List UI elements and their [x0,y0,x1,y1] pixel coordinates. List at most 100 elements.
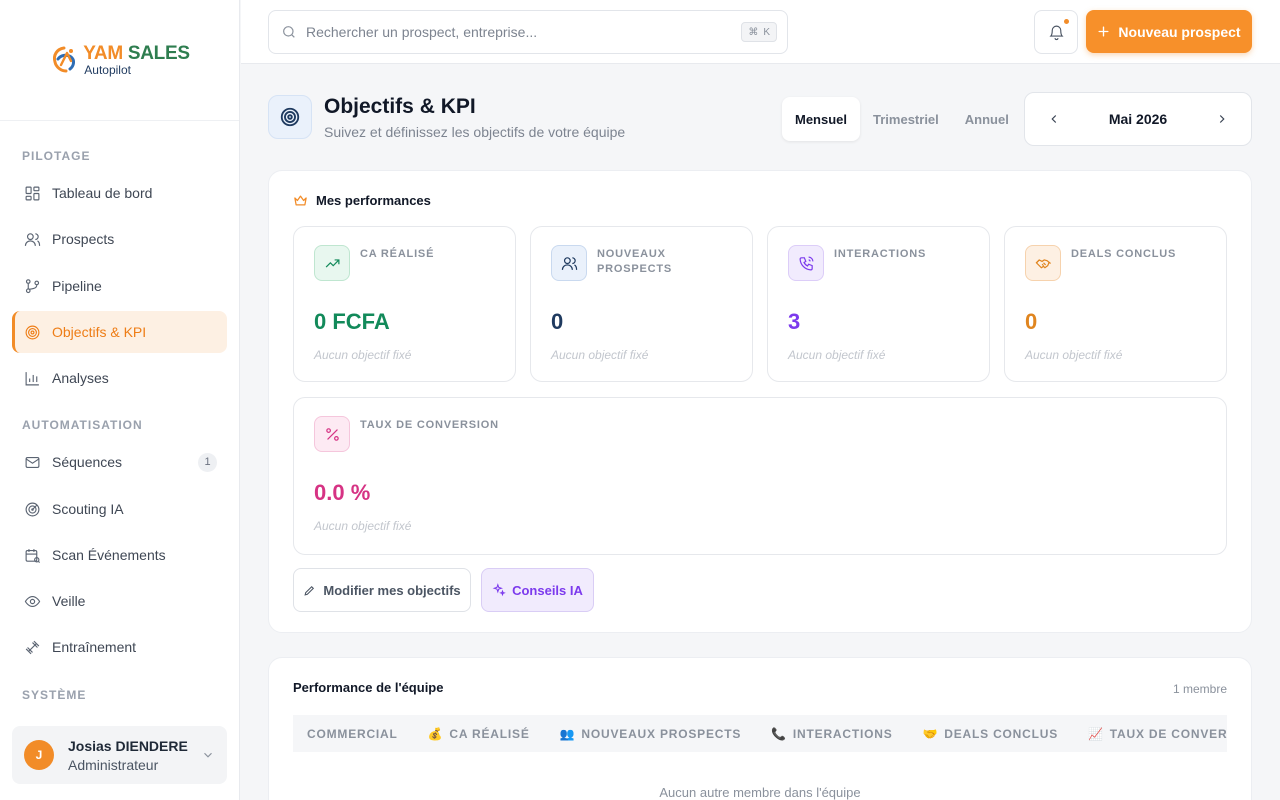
kpi-label: INTERACTIONS [834,248,927,260]
kpi-value: 0.0 % [314,480,371,505]
kpi-interactions: INTERACTIONS 3 Aucun objectif fixé [767,226,990,382]
team-performance-card: Performance de l'équipe 1 membre COMMERC… [268,657,1252,800]
col-taux-conversion[interactable]: 📈 TAUX DE CONVERSION [1074,727,1227,741]
edit-objectives-label: Modifier mes objectifs [323,582,461,598]
sparkles-icon [492,583,506,597]
sidebar-item-label: Prospects [52,231,115,247]
sidebar-item-objectifs-kpi[interactable]: Objectifs & KPI [12,311,227,353]
search-shortcut: ⌘ K [741,22,777,42]
chevron-left-icon[interactable] [1047,112,1061,126]
col-ca-realise[interactable]: 💰 CA RÉALISÉ [414,727,546,741]
mail-icon [25,456,40,468]
money-bag-emoji-icon: 💰 [427,726,444,741]
col-label: CA RÉALISÉ [449,726,530,741]
search-input[interactable]: Rechercher un prospect, entreprise... ⌘ K [268,10,788,54]
col-commercial[interactable]: COMMERCIAL [293,727,414,741]
tab-mensuel[interactable]: Mensuel [782,97,861,141]
calendar-scan-icon [25,548,40,563]
phone-emoji-icon: 📞 [771,726,787,741]
page-target-icon [268,95,312,139]
handshake-emoji-icon: 🤝 [922,726,939,741]
command-key-symbol: ⌘ [748,26,759,38]
chevron-down-icon [204,752,212,758]
col-label: NOUVEAUX PROSPECTS [581,726,742,741]
chevron-right-icon[interactable] [1215,112,1229,126]
col-interactions[interactable]: 📞 INTERACTIONS [757,727,908,741]
sequences-count-badge: 1 [198,452,217,472]
nav-section-pilotage: PILOTAGE [22,149,91,163]
performance-title-text: Mes performances [316,193,431,208]
chart-emoji-icon: 📈 [1088,726,1104,741]
brand-mark-icon [53,46,76,73]
sidebar-item-entrainement[interactable]: Entraînement [12,626,227,668]
users-icon [24,232,41,246]
search-placeholder: Rechercher un prospect, entreprise... [306,24,538,40]
sidebar-item-label: Analyses [52,370,109,386]
brand-logo[interactable]: YAM SALES Autopilot [49,43,190,77]
logo-area: YAM SALES Autopilot [0,0,239,121]
tab-trimestriel[interactable]: Trimestriel [860,97,952,141]
col-label: TAUX DE CONVERSION [1109,726,1227,741]
kpi-ca-realise: CA RÉALISÉ 0 FCFA Aucun objectif fixé [293,226,516,382]
kpi-value: 0 [551,309,564,334]
sidebar-item-label: Séquences [52,454,123,470]
tab-annuel[interactable]: Annuel [952,97,1022,141]
sidebar-item-label: Veille [52,593,86,609]
sidebar-item-scouting-ia[interactable]: Scouting IA [12,488,227,530]
month-navigator: Mai 2026 [1024,92,1252,146]
sidebar-item-label: Pipeline [52,278,102,294]
team-table-header: COMMERCIAL 💰 CA RÉALISÉ 👥 NOUVEAUX PROSPEC… [293,715,1227,752]
user-role: Administrateur [68,756,159,773]
sidebar-item-label: Tableau de bord [52,185,153,201]
ai-advice-button[interactable]: Conseils IA [481,568,594,612]
sidebar-item-pipeline[interactable]: Pipeline [12,265,227,307]
target-icon [25,325,40,339]
pencil-icon [304,585,315,596]
sidebar-item-label: Scouting IA [52,501,124,517]
current-month: Mai 2026 [1108,111,1168,127]
users-icon [551,245,587,281]
period-tabs: Mensuel Trimestriel Annuel [777,95,1022,143]
sidebar-item-veille[interactable]: Veille [12,580,227,622]
kpi-note: Aucun objectif fixé [551,348,649,362]
kpi-deals-conclus: DEALS CONCLUS 0 Aucun objectif fixé [1004,226,1227,382]
sidebar-item-dashboard[interactable]: Tableau de bord [12,172,227,214]
sidebar-item-label: Entraînement [52,639,137,655]
page-title: Objectifs & KPI [324,95,476,118]
handshake-icon [1025,245,1061,281]
kpi-note: Aucun objectif fixé [788,348,886,362]
kpi-label: DEALS CONCLUS [1071,248,1177,260]
plus-icon [1098,26,1109,37]
col-nouveaux-prospects[interactable]: 👥 NOUVEAUX PROSPECTS [546,727,758,741]
sidebar-item-label: Scan Événements [52,547,166,563]
kpi-taux-conversion: TAUX DE CONVERSION 0.0 % Aucun objectif … [293,397,1227,555]
edit-objectives-button[interactable]: Modifier mes objectifs [293,568,471,612]
dumbbell-icon [25,640,40,654]
shortcut-key: K [763,26,770,38]
team-member-count: 1 membre [1172,682,1227,696]
notifications-button[interactable] [1034,10,1078,54]
sidebar-item-scan-evenements[interactable]: Scan Événements [12,534,227,576]
new-prospect-button[interactable]: Nouveau prospect [1086,10,1252,53]
bell-icon [1048,25,1064,40]
kpi-note: Aucun objectif fixé [1025,348,1123,362]
kpi-note: Aucun objectif fixé [314,519,412,533]
sidebar-item-prospects[interactable]: Prospects [12,218,227,260]
col-deals-conclus[interactable]: 🤝 DEALS CONCLUS [909,727,1075,741]
brand-name-part2: SALES [127,43,190,64]
dashboard-icon [25,186,40,200]
col-label: DEALS CONCLUS [944,726,1059,741]
bar-chart-icon [25,371,39,385]
percent-icon [314,416,350,452]
phone-call-icon [788,245,824,281]
brand-subtitle: Autopilot [84,63,131,77]
nav-section-systeme: SYSTÈME [22,688,87,702]
sidebar-item-sequences[interactable]: Séquences 1 [12,441,227,483]
col-label: COMMERCIAL [307,726,398,741]
sidebar-item-analyses[interactable]: Analyses [12,357,227,399]
user-menu[interactable]: J Josias DIENDERE Administrateur [12,726,227,784]
kpi-value: 0 [1025,309,1038,334]
avatar: J [24,740,54,770]
brand-name-part1: YAM [83,43,123,64]
topbar: Rechercher un prospect, entreprise... ⌘ K… [241,0,1280,64]
